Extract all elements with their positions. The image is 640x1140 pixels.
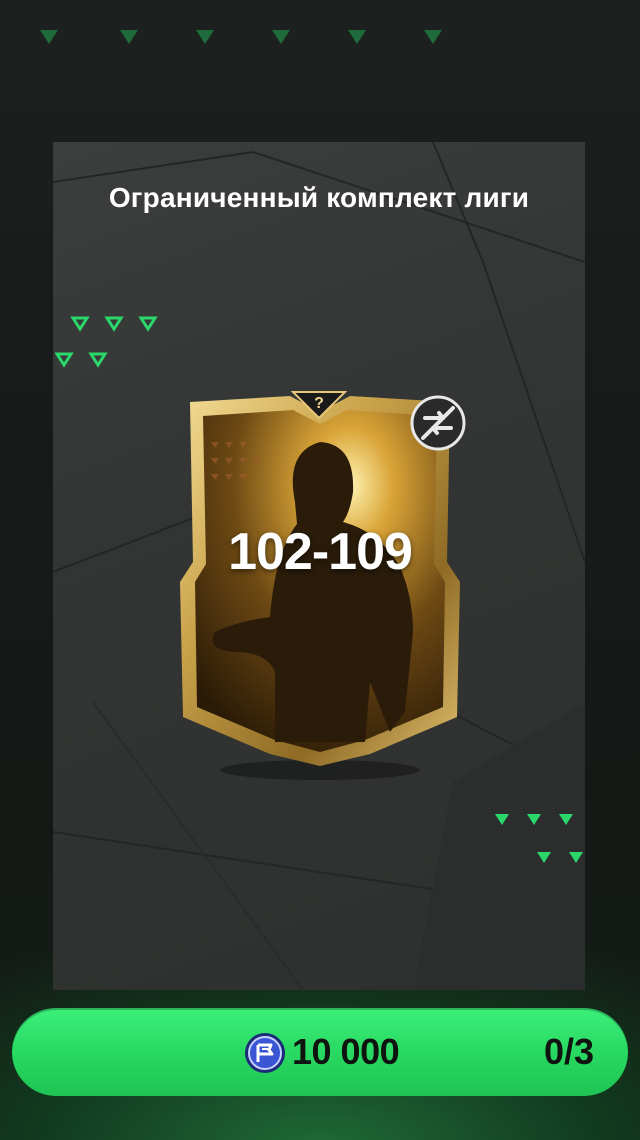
coin-icon	[245, 1033, 285, 1073]
player-card[interactable]: ? 102-109	[175, 382, 466, 782]
pack-store-screen: Ограниченный комплект лиги ? 102-109 10 …	[0, 0, 640, 1140]
purchase-limit-counter: 0/3	[543, 1031, 594, 1072]
pack-panel[interactable]: Ограниченный комплект лиги ? 102-109	[53, 142, 585, 990]
untradeable-icon	[410, 395, 466, 451]
price-label: 10 000	[292, 1031, 400, 1072]
buy-button[interactable]: 10 000 0/3	[12, 1008, 628, 1096]
pack-title: Ограниченный комплект лиги	[108, 182, 530, 213]
rating-range: 102-109	[228, 523, 413, 581]
decorative-arrows-top	[40, 30, 442, 44]
decorative-arrows-right	[495, 814, 583, 863]
svg-text:?: ?	[314, 395, 324, 412]
decorative-arrows-left	[55, 316, 158, 368]
question-mark-icon: ?	[290, 391, 348, 420]
